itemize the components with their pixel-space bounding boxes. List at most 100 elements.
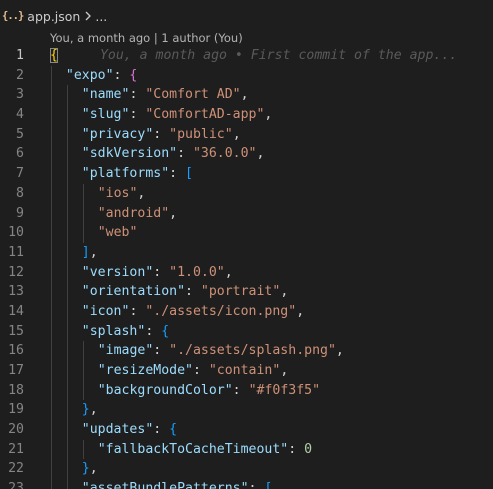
code-token: , xyxy=(89,402,98,418)
code-token: { xyxy=(169,422,178,438)
code-token: , xyxy=(296,303,305,319)
code-token: "updates" xyxy=(81,422,154,438)
code-line[interactable]: 7 "platforms": [ xyxy=(0,164,493,184)
indent-guide xyxy=(66,380,68,401)
indent-guide xyxy=(51,341,52,361)
code-token: "image" xyxy=(97,343,154,359)
line-number: 5 xyxy=(16,126,24,142)
code-line[interactable]: 20 "updates": { xyxy=(0,420,493,440)
code-token: , xyxy=(169,205,178,221)
code-line[interactable]: 11], xyxy=(0,242,493,263)
code-token: "./assets/icon.png" xyxy=(145,303,297,319)
code-line[interactable]: 1 {You, a month ago • First commit of the… xyxy=(0,46,493,66)
line-number: 2 xyxy=(16,67,24,83)
inline-blame-annotation[interactable]: You, a month ago • First commit of the a… xyxy=(100,48,457,63)
code-content: "web" xyxy=(98,223,138,243)
code-token: , xyxy=(280,284,289,300)
code-token: } xyxy=(81,461,90,477)
indent-guide xyxy=(51,242,52,263)
line-number: 4 xyxy=(16,107,24,123)
code-token: : xyxy=(288,441,305,457)
indent-guide xyxy=(66,479,68,489)
code-content: "sdkVersion": "36.0.0", xyxy=(82,144,265,164)
code-line[interactable]: 16 "image": "./assets/splash.png", xyxy=(0,341,493,361)
code-token: "backgroundColor" xyxy=(97,382,233,398)
code-content: }, xyxy=(82,459,98,479)
indent-guide xyxy=(51,459,52,480)
line-number: 7 xyxy=(16,166,24,182)
code-content: "orientation": "portrait", xyxy=(82,282,288,302)
code-content: "assetBundlePatterns": [ xyxy=(82,479,273,489)
breadcrumb: {..} app.json ... xyxy=(0,0,493,32)
code-token: : xyxy=(248,481,265,489)
code-line[interactable]: 8 "ios", xyxy=(0,183,493,204)
line-number: 6 xyxy=(16,146,24,162)
indent-guide xyxy=(51,85,52,106)
code-line[interactable]: 10 "web" xyxy=(0,223,493,243)
code-token: , xyxy=(335,343,344,359)
code-line[interactable]: 22}, xyxy=(0,459,493,480)
code-line[interactable]: 21 "fallbackToCacheTimeout": 0 xyxy=(0,439,493,460)
code-content: "platforms": [ xyxy=(82,164,193,184)
line-number: 19 xyxy=(8,402,24,418)
code-content: "name": "Comfort AD", xyxy=(82,85,249,105)
code-line[interactable]: 19}, xyxy=(0,400,493,421)
indent-guide xyxy=(51,183,52,204)
indent-guide xyxy=(82,203,84,224)
code-token: "assetBundlePatterns" xyxy=(81,481,249,489)
code-content: "resizeMode": "contain", xyxy=(98,361,289,381)
code-token: "portrait" xyxy=(200,284,281,300)
code-line[interactable]: 17 "resizeMode": "contain", xyxy=(0,361,493,381)
code-token: "splash" xyxy=(81,323,146,339)
code-line[interactable]: 13 "orientation": "portrait", xyxy=(0,282,493,302)
code-token: , xyxy=(264,107,273,123)
code-line[interactable]: 2 "expo": { xyxy=(0,65,493,86)
code-token: "version" xyxy=(81,264,154,280)
line-number: 21 xyxy=(8,441,24,457)
indent-guide xyxy=(51,361,52,381)
code-line[interactable]: 9 "android", xyxy=(0,203,493,224)
code-token: : xyxy=(192,363,209,378)
code-token: "icon" xyxy=(81,303,130,319)
git-blame-codelens[interactable]: You, a month ago | 1 author (You) xyxy=(50,30,243,46)
line-number: 15 xyxy=(8,323,24,339)
code-token: : xyxy=(129,87,146,103)
breadcrumb-file-name[interactable]: app.json xyxy=(27,9,80,24)
indent-guide xyxy=(51,144,52,165)
code-line[interactable]: 15 "splash": { xyxy=(0,321,493,342)
indent-guide xyxy=(51,321,52,342)
line-number: 20 xyxy=(8,422,24,438)
indent-guide xyxy=(51,380,52,401)
line-number: 3 xyxy=(16,87,24,103)
code-line[interactable]: 12 "version": "1.0.0", xyxy=(0,262,493,283)
code-token: { xyxy=(161,323,170,339)
indent-guide xyxy=(82,223,84,243)
code-token: : xyxy=(113,67,130,83)
code-line[interactable]: 6 "sdkVersion": "36.0.0", xyxy=(0,144,493,165)
code-line[interactable]: 4 "slug": "ComfortAD-app", xyxy=(0,105,493,125)
line-number: 18 xyxy=(8,382,24,398)
code-token: "contain" xyxy=(208,363,281,378)
code-content: "version": "1.0.0", xyxy=(82,263,233,283)
line-number: 8 xyxy=(16,185,24,201)
code-line[interactable]: 14 "icon": "./assets/icon.png", xyxy=(0,301,493,322)
code-token: "ios" xyxy=(97,185,138,201)
code-line[interactable]: 3 "name": "Comfort AD", xyxy=(0,85,493,106)
code-token: "#f0f3f5" xyxy=(248,382,321,398)
indent-guide xyxy=(51,301,52,322)
code-line[interactable]: 18 "backgroundColor": "#f0f3f5" xyxy=(0,380,493,401)
indent-guide xyxy=(66,420,68,440)
indent-guide xyxy=(51,439,52,460)
code-content: "privacy": "public", xyxy=(82,125,241,145)
indent-guide xyxy=(66,223,68,243)
code-token: "1.0.0" xyxy=(169,264,225,280)
code-token: , xyxy=(240,87,249,103)
indent-guide xyxy=(51,223,52,243)
code-token: "platforms" xyxy=(81,166,170,182)
code-line[interactable]: 23 "assetBundlePatterns": [ xyxy=(0,479,493,489)
breadcrumb-symbol-ellipsis[interactable]: ... xyxy=(95,9,107,24)
code-editor[interactable]: 1 {You, a month ago • First commit of the… xyxy=(0,46,493,489)
code-content: "fallbackToCacheTimeout": 0 xyxy=(98,440,312,460)
indent-guide xyxy=(51,262,52,283)
code-line[interactable]: 5 "privacy": "public", xyxy=(0,124,493,145)
